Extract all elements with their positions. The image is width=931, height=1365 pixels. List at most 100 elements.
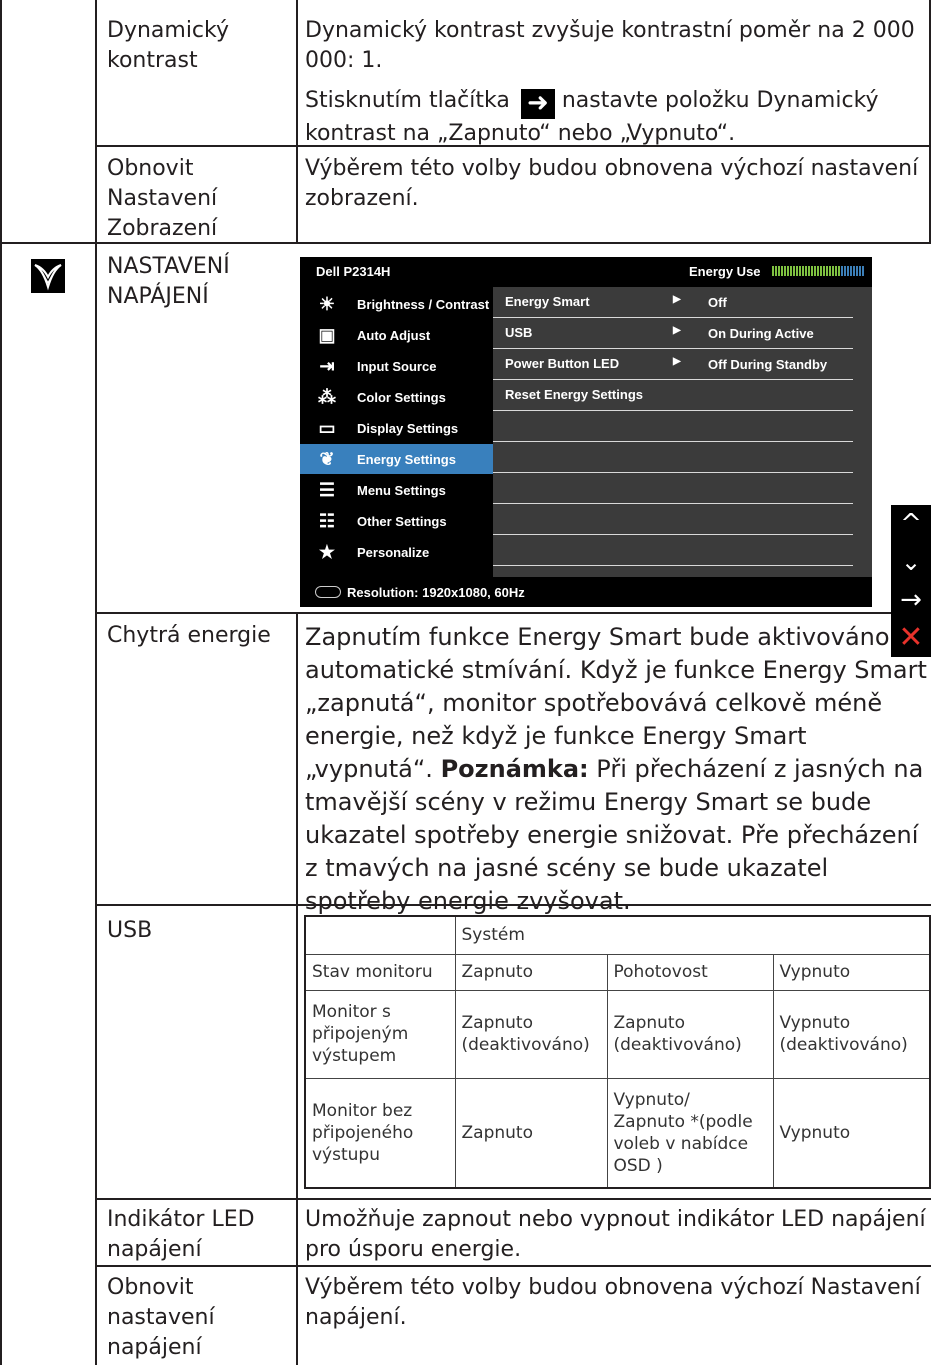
energy-meter-segment (808, 266, 810, 276)
osd-panel-row (493, 473, 853, 504)
energy-meter-segment (790, 266, 792, 276)
reset-power-desc: Výběrem této volby budou obnovena výchoz… (305, 1275, 921, 1330)
energy-meter-segment (787, 266, 789, 276)
energy-meter-segment (775, 266, 777, 276)
energy-use-meter (772, 266, 866, 276)
usb-label: USB (107, 918, 153, 943)
usb-col-state: Stav monitoru (304, 953, 456, 991)
osd-setting-value: On During Active (708, 326, 814, 341)
sliders-icon: ☷ (318, 511, 336, 531)
energy-meter-segment (841, 266, 843, 276)
osd-setting-value: Off (708, 295, 727, 310)
usb-cell: Vypnuto (deaktivováno) (772, 989, 931, 1079)
osd-menu-label: Display Settings (357, 420, 459, 436)
usb-col-on: Zapnuto (454, 953, 608, 991)
osd-panel-row (493, 535, 853, 566)
usb-row-label: Monitor s připojeným výstupem (304, 989, 456, 1079)
usb-table-corner (304, 915, 456, 955)
osd-panel-row: Power Button LED ▶ Off During Standby (493, 349, 853, 380)
osd-setting-name: USB (505, 325, 533, 340)
input-source-icon: ⇥ (319, 356, 335, 376)
osd-panel-row (493, 504, 853, 535)
triangle-right-icon: ▶ (673, 356, 681, 367)
dynamic-contrast-text: Dynamický kontrast zvyšuje kontrastní po… (305, 18, 915, 73)
energy-meter-segment (805, 266, 807, 276)
energy-meter-segment (799, 266, 801, 276)
energy-meter-segment (844, 266, 846, 276)
energy-meter-segment (772, 266, 774, 276)
led-desc: Umožňuje zapnout nebo vypnout indikátor … (305, 1207, 926, 1262)
energy-meter-segment (859, 266, 861, 276)
energy-meter-segment (814, 266, 816, 276)
energy-meter-segment (781, 266, 783, 276)
osd-menu-label: Other Settings (357, 513, 447, 529)
osd-menu-item: ▭ Display Settings (300, 413, 493, 443)
energy-meter-segment (778, 266, 780, 276)
dynamic-contrast-instruction: Stisknutím tlačítka ➜ nastavte položku D… (305, 86, 931, 149)
usb-cell: Vypnuto/ Zapnuto *(podle voleb v nabídce… (606, 1077, 774, 1189)
osd-title: Dell P2314H (316, 264, 391, 279)
reset-power-label: Obnovit nastavení napájení (107, 1275, 215, 1360)
reset-display-label: Obnovit Nastavení Zobrazení (107, 156, 218, 241)
osd-menu-screenshot: Dell P2314H Energy Use ☀ Brightness / Con… (300, 257, 872, 607)
energy-meter-segment (811, 266, 813, 276)
reset-display-desc: Výběrem této volby budou obnovena výchoz… (305, 156, 919, 211)
energy-meter-segment (802, 266, 804, 276)
osd-menu-label: Auto Adjust (357, 327, 431, 343)
note-label: Poznámka: (440, 755, 589, 783)
usb-state-table: Systém Stav monitoru Zapnuto Pohotovost … (304, 915, 931, 1189)
star-icon: ★ (318, 542, 336, 562)
osd-panel-row (493, 411, 853, 442)
energy-use-label: Energy Use (689, 264, 761, 279)
energy-meter-segment (838, 266, 840, 276)
energy-meter-segment (820, 266, 822, 276)
usb-system-header: Systém (454, 915, 931, 955)
energy-meter-segment (796, 266, 798, 276)
osd-setting-name: Power Button LED (505, 356, 620, 371)
menu-icon: ☰ (318, 480, 336, 500)
energy-meter-segment (823, 266, 825, 276)
energy-meter-segment (835, 266, 837, 276)
osd-menu-label: Input Source (357, 358, 437, 374)
energy-meter-segment (829, 266, 831, 276)
usb-col-standby: Pohotovost (606, 953, 774, 991)
energy-meter-segment (862, 266, 864, 276)
osd-menu-item: ☀ Brightness / Contrast (300, 289, 493, 319)
dynamic-contrast-desc: Dynamický kontrast zvyšuje kontrastní po… (305, 16, 931, 149)
smart-energy-label: Chytrá energie (107, 623, 271, 648)
usb-cell: Zapnuto (deaktivováno) (606, 989, 774, 1079)
auto-adjust-icon: ▣ (318, 325, 336, 345)
arrow-button-icon: ➜ (520, 89, 555, 119)
osd-menu-label: Color Settings (357, 389, 446, 405)
down-arrow-icon: ⌄ (900, 548, 922, 576)
osd-setting-name: Energy Smart (505, 294, 590, 309)
smart-energy-desc: Zapnutím funkce Energy Smart bude aktivo… (305, 621, 931, 918)
energy-meter-segment (826, 266, 828, 276)
triangle-right-icon: ▶ (673, 325, 681, 336)
dynamic-contrast-label: Dynamický kontrast (107, 18, 229, 73)
leaf-icon: ❦ (319, 449, 335, 469)
osd-panel-row: Energy Smart ▶ Off (493, 287, 853, 318)
osd-panel-row: USB ▶ On During Active (493, 318, 853, 349)
osd-menu-item: ☰ Menu Settings (300, 475, 493, 505)
right-arrow-icon: → (900, 585, 922, 615)
vga-connector-icon (315, 586, 341, 598)
led-label: Indikátor LED napájení (107, 1207, 255, 1262)
osd-menu-item: ❦ Energy Settings (300, 444, 493, 474)
energy-meter-segment (832, 266, 834, 276)
osd-panel-row: Reset Energy Settings (493, 380, 853, 411)
osd-menu-item: ⁂ Color Settings (300, 382, 493, 412)
energy-meter-segment (847, 266, 849, 276)
osd-menu-item: ★ Personalize (300, 537, 493, 567)
osd-menu-label: Menu Settings (357, 482, 446, 498)
osd-menu-item: ☷ Other Settings (300, 506, 493, 536)
usb-cell: Zapnuto (454, 1077, 608, 1189)
energy-meter-segment (793, 266, 795, 276)
usb-row-label: Monitor bez připojeného výstupu (304, 1077, 456, 1189)
up-arrow-icon: ^ (900, 509, 922, 539)
osd-resolution: Resolution: 1920x1080, 60Hz (347, 585, 525, 600)
sun-icon: ☀ (318, 294, 336, 314)
usb-cell: Vypnuto (772, 1077, 931, 1189)
osd-setting-value: Off During Standby (708, 357, 828, 372)
energy-leaf-icon (31, 259, 65, 293)
